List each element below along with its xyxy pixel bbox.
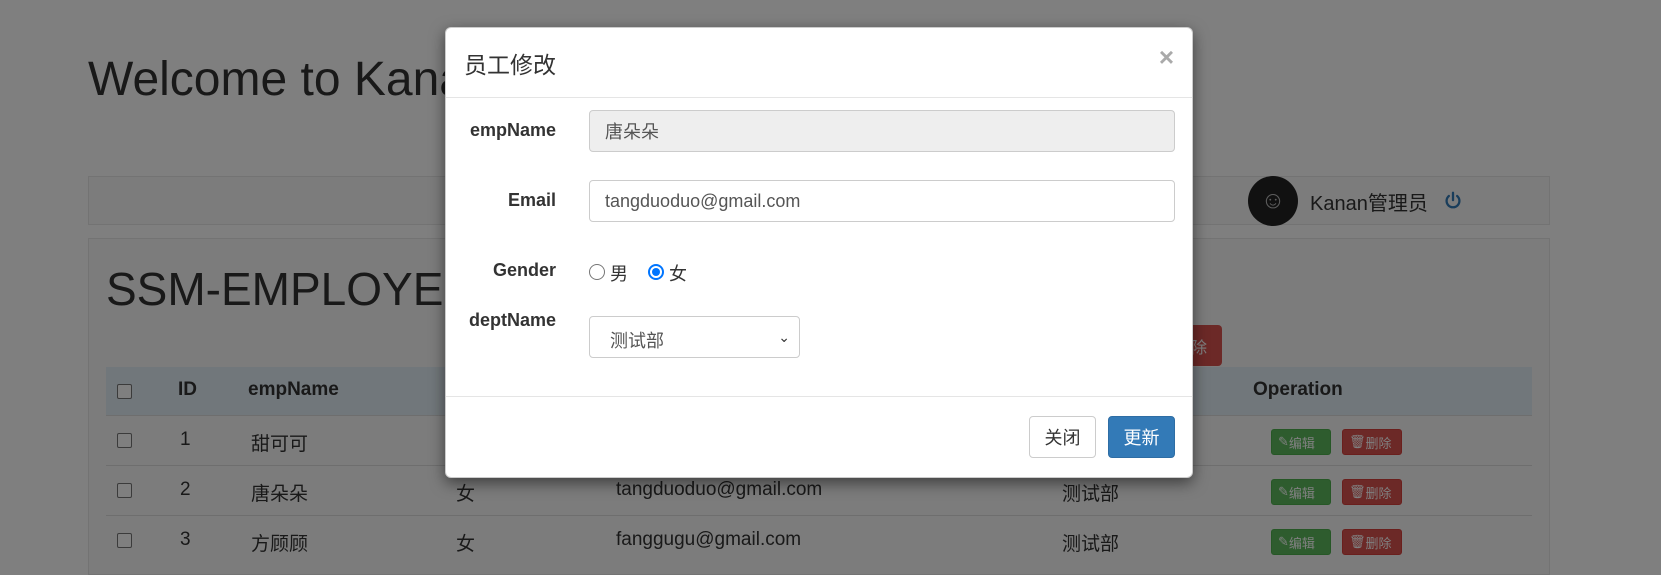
email-field[interactable] <box>589 180 1175 222</box>
edit-employee-modal: 员工修改 × empName Email Gender 男 女 deptName… <box>445 27 1193 478</box>
modal-title: 员工修改 <box>464 52 556 78</box>
dept-label: deptName <box>468 310 556 330</box>
empname-field[interactable] <box>589 110 1175 152</box>
email-label: Email <box>507 190 556 210</box>
dept-selected-value: 测试部 <box>610 331 664 351</box>
modal-header: 员工修改 × <box>446 28 1192 98</box>
dept-select[interactable]: 测试部 ⌄ <box>589 316 800 358</box>
close-icon[interactable]: × <box>1159 42 1174 73</box>
modal-footer: 关闭 更新 <box>446 396 1192 479</box>
chevron-down-icon: ⌄ <box>778 329 790 345</box>
update-button[interactable]: 更新 <box>1108 416 1175 458</box>
gender-male-label: 男 <box>610 264 628 284</box>
gender-female-radio[interactable] <box>648 264 664 280</box>
gender-female-label: 女 <box>669 264 687 284</box>
close-button[interactable]: 关闭 <box>1029 416 1096 458</box>
gender-male-radio[interactable] <box>589 264 605 280</box>
gender-label: Gender <box>492 260 556 280</box>
empname-label: empName <box>469 120 556 140</box>
